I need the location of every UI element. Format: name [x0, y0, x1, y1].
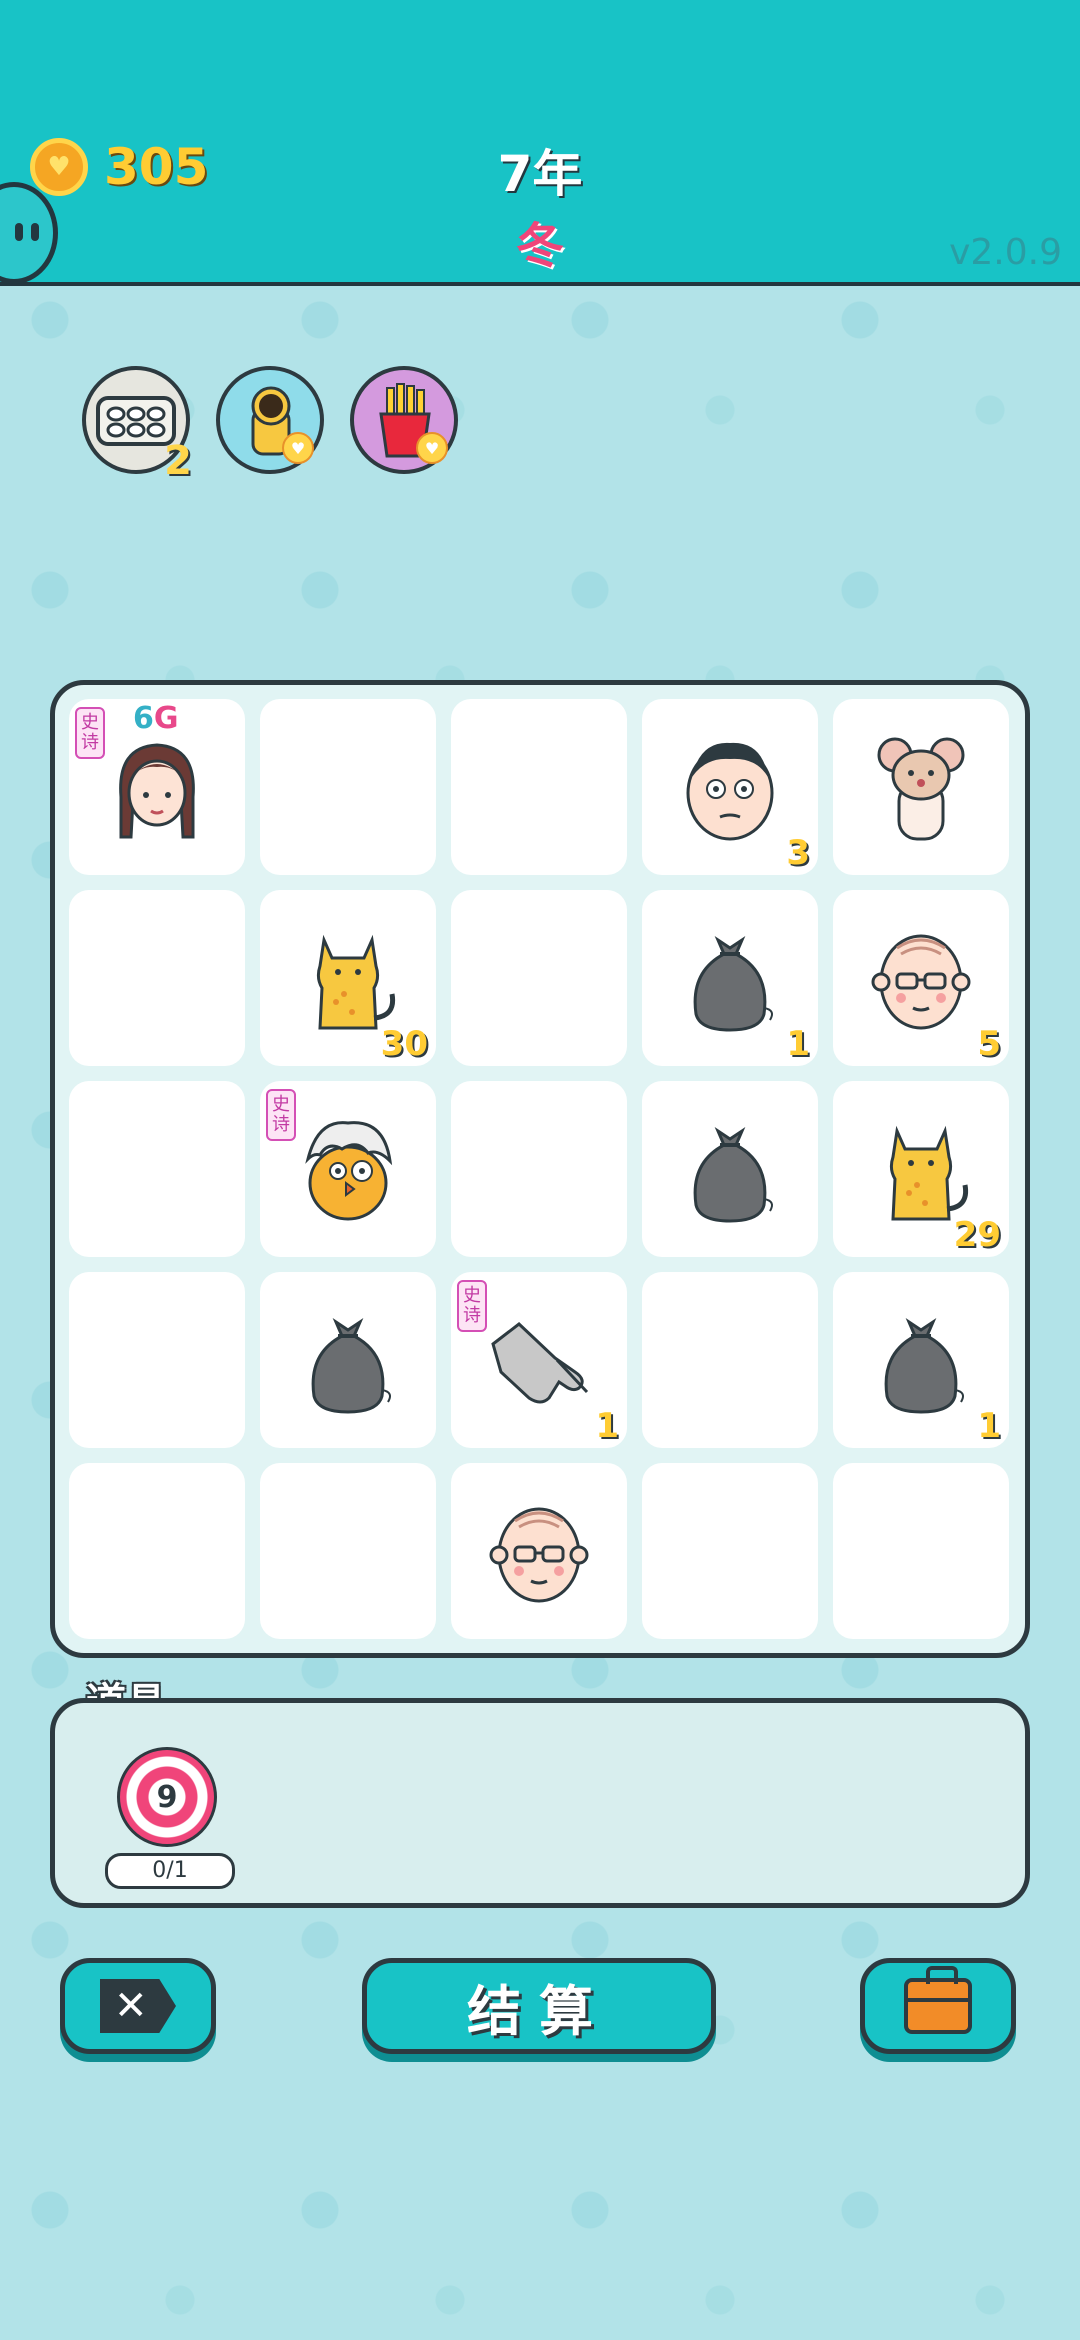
board-cell-empty[interactable]: [451, 1081, 627, 1257]
board-cell-empty[interactable]: [69, 890, 245, 1066]
old-man-icon: [871, 934, 971, 1030]
board-cell-cat[interactable]: 30: [260, 890, 436, 1066]
trash-bag-icon: [884, 1317, 964, 1414]
board-cell-trash-bag[interactable]: 1: [833, 1272, 1009, 1448]
man-icon: [686, 742, 774, 841]
target-item-count: 0/1: [105, 1853, 235, 1889]
trash-bag-icon: [693, 935, 773, 1032]
mascot-eye-left: [15, 223, 23, 241]
board-cell-empty[interactable]: [69, 1272, 245, 1448]
close-icon: ✕: [100, 1979, 176, 2033]
rarity-tag: 史诗: [266, 1089, 296, 1141]
items-panel: 9 0/1: [50, 1698, 1030, 1908]
board-cell-old-man[interactable]: 5: [833, 890, 1009, 1066]
board-cell-empty[interactable]: [642, 1463, 818, 1639]
coin-counter: ♥ 305: [30, 138, 208, 196]
board-cell-trash-bag[interactable]: [642, 1081, 818, 1257]
briefcase-icon: [904, 1966, 972, 2034]
board-cell-empty[interactable]: [69, 1081, 245, 1257]
board-cell-bird[interactable]: 史诗: [260, 1081, 436, 1257]
level-number: 6: [133, 701, 154, 736]
target-item-icon[interactable]: 9: [117, 1747, 217, 1847]
coin-value: 305: [104, 138, 209, 196]
heart-icon: ♥: [416, 432, 448, 464]
girl-icon: [119, 743, 195, 839]
item-count: 1: [595, 1406, 619, 1446]
board-cell-cat[interactable]: 29: [833, 1081, 1009, 1257]
board-cell-empty[interactable]: [69, 1463, 245, 1639]
item-count: 3: [786, 833, 810, 873]
board-cell-empty[interactable]: [642, 1272, 818, 1448]
item-count: 1: [977, 1406, 1001, 1446]
buff-list: 2 ♥ ♥: [82, 366, 458, 484]
board-cell-empty[interactable]: [260, 1463, 436, 1639]
board-cell-trash-bag[interactable]: [260, 1272, 436, 1448]
item-count: 29: [953, 1215, 1001, 1255]
settle-button[interactable]: 结算: [362, 1958, 716, 2054]
coin-icon: ♥: [30, 138, 88, 196]
board-cell-empty[interactable]: [451, 699, 627, 875]
level-badge: 6G: [133, 701, 179, 736]
level-unit: G: [153, 701, 179, 736]
trash-bag-icon: [693, 1126, 773, 1223]
year-label: 7年: [497, 145, 583, 203]
cat-icon: [889, 1125, 969, 1221]
board-cell-old-man[interactable]: [451, 1463, 627, 1639]
season-label: 冬: [515, 218, 564, 274]
backpack-button[interactable]: [860, 1958, 1016, 2054]
rarity-tag: 史诗: [75, 707, 105, 759]
buff-egg-carton[interactable]: 2: [82, 366, 192, 484]
board-cell-empty[interactable]: [833, 1463, 1009, 1639]
board-cell-trash-bag[interactable]: 1: [642, 890, 818, 1066]
board-cell-empty[interactable]: [260, 699, 436, 875]
board-cell-empty[interactable]: [451, 890, 627, 1066]
version-label: v2.0.9: [949, 232, 1062, 273]
heart-icon: ♥: [282, 432, 314, 464]
board-cell-man[interactable]: 3: [642, 699, 818, 875]
buff-count: 2: [164, 438, 192, 484]
cancel-button[interactable]: ✕: [60, 1958, 216, 2054]
item-count: 5: [977, 1024, 1001, 1064]
pointing-hand-icon: [491, 1322, 589, 1404]
trash-bag-icon: [311, 1317, 391, 1414]
rarity-tag: 史诗: [457, 1280, 487, 1332]
buff-fries[interactable]: ♥: [350, 366, 458, 474]
game-board: 史诗 6G 3 30 1 5 史诗 29 史诗 1 1: [50, 680, 1030, 1658]
top-bar: ♥ 305 7年 冬 v2.0.9: [0, 0, 1080, 286]
item-count: 1: [786, 1024, 810, 1064]
mascot-eye-right: [31, 223, 39, 241]
board-cell-pointing-hand[interactable]: 史诗 1: [451, 1272, 627, 1448]
buff-cat-eating[interactable]: ♥: [216, 366, 324, 474]
mouse-icon: [877, 737, 965, 841]
target-number: 9: [156, 1779, 178, 1815]
mascot-icon[interactable]: [0, 182, 58, 284]
board-cell-girl[interactable]: 史诗 6G: [69, 699, 245, 875]
old-man-icon: [489, 1507, 589, 1603]
cat-icon: [316, 934, 396, 1030]
bird-icon: [305, 1121, 393, 1221]
board-cell-mouse[interactable]: [833, 699, 1009, 875]
item-count: 30: [380, 1024, 428, 1064]
